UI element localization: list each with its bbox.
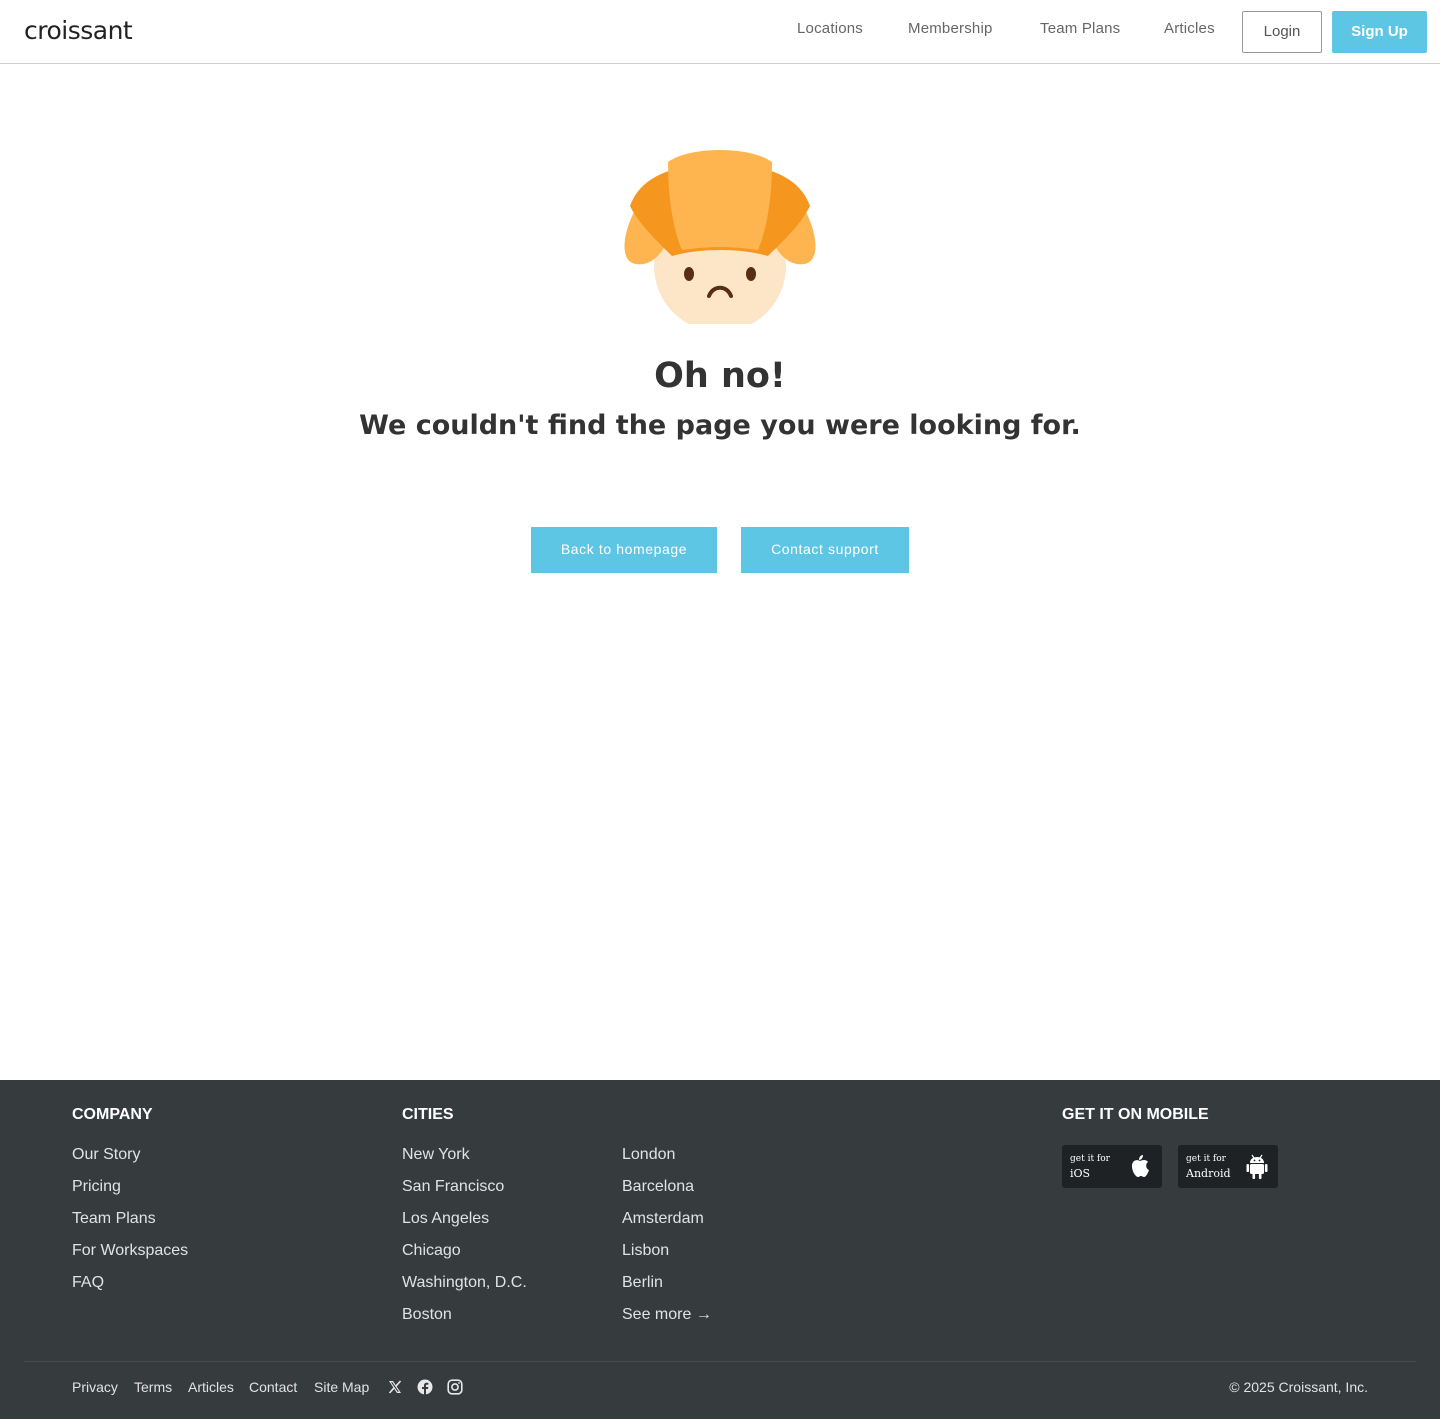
terms-link[interactable]: Terms [134,1379,172,1395]
city-link[interactable]: San Francisco [402,1176,527,1208]
x-icon[interactable] [387,1379,403,1395]
croissant-logo[interactable]: croissant [24,16,133,45]
back-to-homepage-button[interactable]: Back to homepage [531,527,717,573]
footer-link-faq[interactable]: FAQ [72,1272,188,1304]
city-link[interactable]: London [622,1144,712,1176]
city-link[interactable]: Washington, D.C. [402,1272,527,1304]
city-link[interactable]: Barcelona [622,1176,712,1208]
footer-link-for-workspaces[interactable]: For Workspaces [72,1240,188,1272]
ios-badge-small: get it for [1070,1154,1110,1164]
footer-link-our-story[interactable]: Our Story [72,1144,188,1176]
facebook-icon[interactable] [417,1379,433,1395]
android-app-badge[interactable]: get it for Android [1178,1145,1278,1188]
contact-link[interactable]: Contact [249,1379,297,1395]
city-link[interactable]: Los Angeles [402,1208,527,1240]
cities-column-2: London Barcelona Amsterdam Lisbon Berlin… [622,1144,712,1336]
city-link[interactable]: Chicago [402,1240,527,1272]
mobile-heading: GET IT ON MOBILE [1062,1106,1209,1123]
site-map-link[interactable]: Site Map [314,1379,369,1395]
nav-team-plans[interactable]: Team Plans [1040,20,1120,37]
contact-support-button[interactable]: Contact support [741,527,909,573]
instagram-icon[interactable] [447,1379,463,1395]
privacy-link[interactable]: Privacy [72,1379,118,1395]
nav-membership[interactable]: Membership [908,20,993,37]
cities-column-1: New York San Francisco Los Angeles Chica… [402,1144,527,1336]
ios-badge-label: iOS [1070,1167,1091,1180]
sad-croissant-icon [624,150,816,324]
footer-divider [24,1361,1416,1362]
company-links: Our Story Pricing Team Plans For Workspa… [72,1144,188,1304]
footer-link-team-plans[interactable]: Team Plans [72,1208,188,1240]
android-badge-small: get it for [1186,1154,1226,1164]
company-heading: COMPANY [72,1106,153,1123]
site-header: croissant Locations Membership Team Plan… [0,0,1440,64]
city-link[interactable]: New York [402,1144,527,1176]
android-icon [1246,1154,1268,1179]
city-link[interactable]: Boston [402,1304,527,1336]
city-link[interactable]: Amsterdam [622,1208,712,1240]
signup-button[interactable]: Sign Up [1332,11,1427,53]
android-badge-label: Android [1186,1167,1231,1180]
page-title: Oh no! [654,356,786,396]
apple-icon [1132,1155,1149,1177]
ios-app-badge[interactable]: get it for iOS [1062,1145,1162,1188]
city-link[interactable]: Lisbon [622,1240,712,1272]
nav-locations[interactable]: Locations [797,20,863,37]
login-button[interactable]: Login [1242,11,1322,53]
articles-link[interactable]: Articles [188,1379,234,1395]
site-footer: COMPANY Our Story Pricing Team Plans For… [0,1080,1440,1419]
cities-heading: CITIES [402,1106,454,1123]
footer-link-pricing[interactable]: Pricing [72,1176,188,1208]
see-more-cities-link[interactable]: See more → [622,1304,712,1336]
nav-articles[interactable]: Articles [1164,20,1215,37]
city-link[interactable]: Berlin [622,1272,712,1304]
page-subtitle: We couldn't find the page you were looki… [359,410,1081,441]
copyright-text: © 2025 Croissant, Inc. [1229,1379,1368,1395]
